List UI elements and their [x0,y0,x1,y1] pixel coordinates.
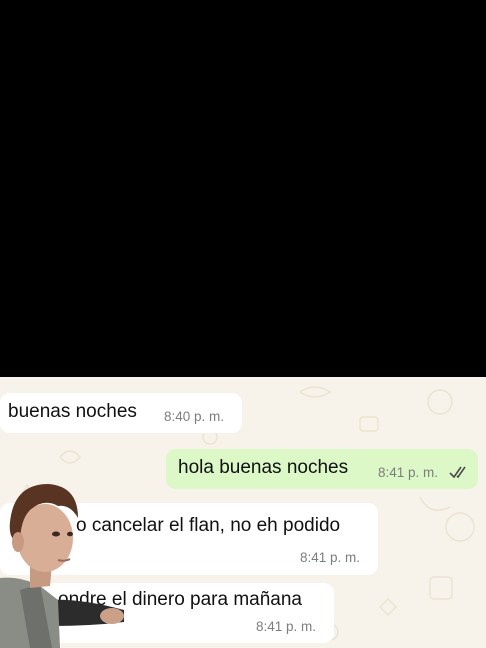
black-video-region [0,0,486,377]
read-double-check-icon [449,466,466,479]
message-timestamp: 8:41 p. m. [378,465,439,480]
message-text: buenas noches [8,401,137,422]
message-timestamp: 8:40 p. m. [164,409,225,424]
streamer-webcam-overlay [0,484,124,648]
message-bubble-outgoing[interactable]: hola buenas noches 8:41 p. m. [166,449,478,489]
message-text: hola buenas noches [178,457,349,478]
message-bubble-incoming[interactable]: buenas noches 8:40 p. m. [0,393,242,433]
message-timestamp: 8:41 p. m. [300,550,361,565]
message-timestamp: 8:41 p. m. [256,619,317,634]
